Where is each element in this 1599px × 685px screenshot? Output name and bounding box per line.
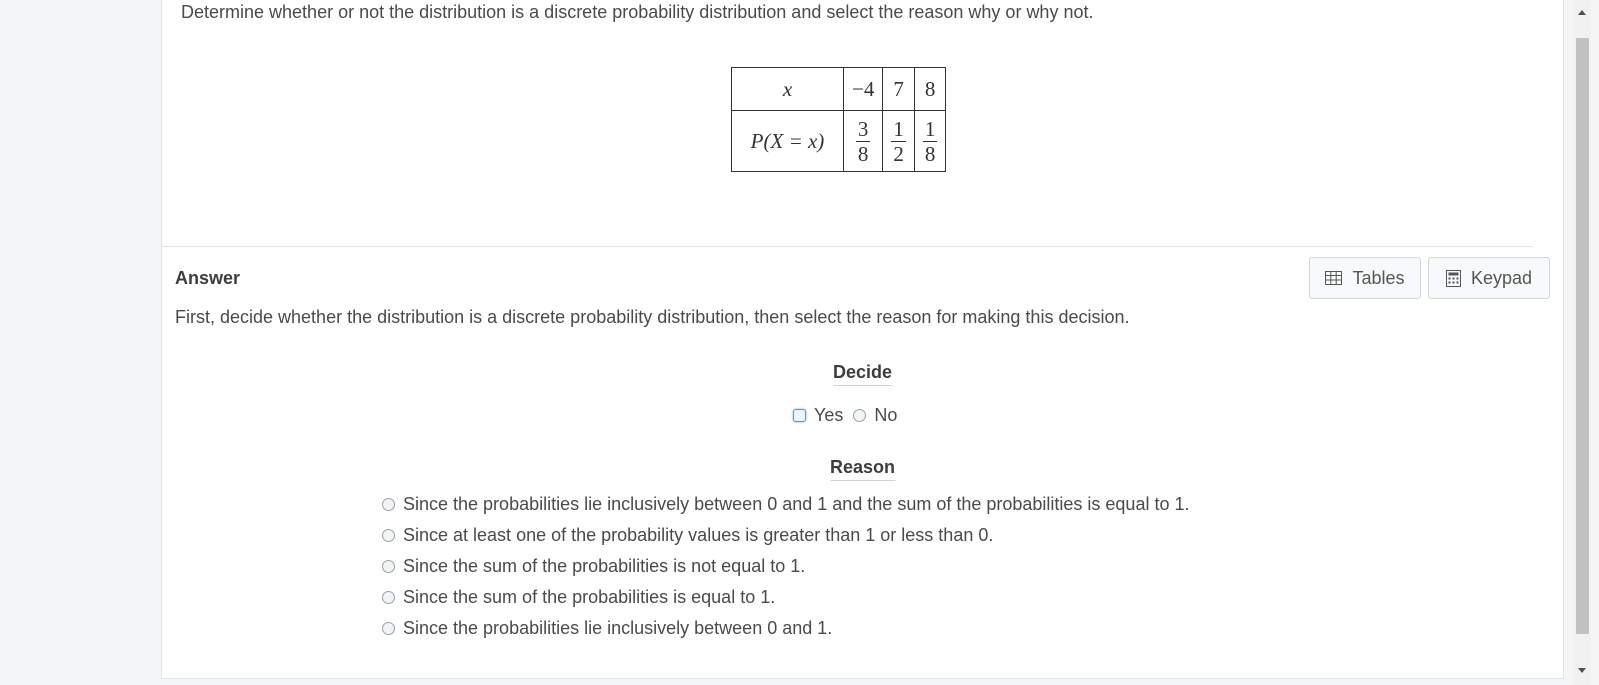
table-icon bbox=[1325, 271, 1343, 285]
reason-radio[interactable] bbox=[382, 560, 395, 573]
reason-radio[interactable] bbox=[382, 622, 395, 635]
fraction: 1 2 bbox=[891, 117, 906, 166]
scroll-up-arrow-icon[interactable] bbox=[1578, 10, 1586, 15]
fraction-denominator: 2 bbox=[893, 141, 904, 166]
no-radio[interactable] bbox=[853, 409, 867, 422]
reason-option[interactable]: Since the probabilities lie inclusively … bbox=[382, 613, 1189, 644]
answer-heading: Answer bbox=[175, 268, 241, 288]
reason-option[interactable]: Since the probabilities lie inclusively … bbox=[382, 489, 1189, 520]
table-row: x −4 7 8 bbox=[731, 67, 947, 111]
reason-radio[interactable] bbox=[382, 591, 395, 604]
fraction: 1 8 bbox=[922, 116, 938, 166]
probability-row-label: P(X = x) bbox=[731, 110, 844, 172]
reason-label: Since the sum of the probabilities is no… bbox=[403, 556, 806, 576]
reason-option[interactable]: Since the sum of the probabilities is no… bbox=[382, 551, 1189, 582]
section-divider bbox=[162, 246, 1533, 247]
reason-heading: Reason bbox=[829, 457, 896, 481]
calculator-icon bbox=[1445, 269, 1461, 287]
x-value-cell: −4 bbox=[842, 67, 884, 111]
tables-button-label: Tables bbox=[1352, 267, 1405, 288]
fraction-numerator: 1 bbox=[891, 116, 906, 142]
keypad-button[interactable]: Keypad bbox=[1428, 257, 1550, 299]
fraction-denominator: 8 bbox=[857, 141, 869, 166]
decide-option-no[interactable]: No bbox=[853, 405, 897, 426]
tables-button[interactable]: Tables bbox=[1309, 257, 1421, 299]
decide-option-yes[interactable]: Yes bbox=[793, 405, 843, 426]
reason-label: Since the probabilities lie inclusively … bbox=[403, 618, 833, 638]
reason-option[interactable]: Since the sum of the probabilities is eq… bbox=[382, 582, 1189, 613]
scroll-down-arrow-icon[interactable] bbox=[1578, 668, 1586, 673]
reason-radio[interactable] bbox=[382, 529, 395, 542]
answer-instruction: First, decide whether the distribution i… bbox=[175, 307, 1130, 327]
table-row: P(X = x) 3 8 1 2 1 8 bbox=[731, 110, 947, 172]
x-row-label: x bbox=[731, 67, 844, 111]
yes-radio[interactable] bbox=[793, 409, 806, 422]
probability-cell: 1 8 bbox=[913, 110, 947, 172]
reason-label: Since the sum of the probabilities is eq… bbox=[403, 587, 776, 607]
reason-label: Since the probabilities lie inclusively … bbox=[403, 494, 1190, 514]
scrollbar-thumb[interactable] bbox=[1576, 38, 1589, 634]
decide-heading: Decide bbox=[832, 362, 893, 386]
fraction-denominator: 8 bbox=[924, 141, 936, 166]
reason-label: Since at least one of the probability va… bbox=[403, 525, 994, 545]
fraction: 3 8 bbox=[855, 116, 871, 166]
probability-cell: 3 8 bbox=[842, 110, 884, 172]
distribution-table: x −4 7 8 P(X = x) 3 8 1 2 1 8 bbox=[731, 67, 947, 172]
probability-cell: 1 2 bbox=[882, 110, 915, 172]
x-value-cell: 8 bbox=[913, 67, 947, 111]
x-value-cell: 7 bbox=[882, 67, 915, 111]
yes-label: Yes bbox=[814, 405, 844, 425]
reason-radio[interactable] bbox=[382, 498, 395, 511]
vertical-scrollbar[interactable] bbox=[1565, 0, 1599, 685]
reason-option[interactable]: Since at least one of the probability va… bbox=[382, 520, 1189, 551]
keypad-button-label: Keypad bbox=[1470, 267, 1533, 288]
reason-options: Since the probabilities lie inclusively … bbox=[382, 489, 1189, 644]
fraction-numerator: 3 bbox=[855, 116, 871, 142]
fraction-numerator: 1 bbox=[922, 116, 938, 142]
decide-options: Yes No bbox=[793, 405, 907, 426]
no-label: No bbox=[874, 405, 898, 425]
question-panel: Determine whether or not the distributio… bbox=[161, 0, 1564, 679]
question-text: Determine whether or not the distributio… bbox=[181, 2, 1094, 22]
